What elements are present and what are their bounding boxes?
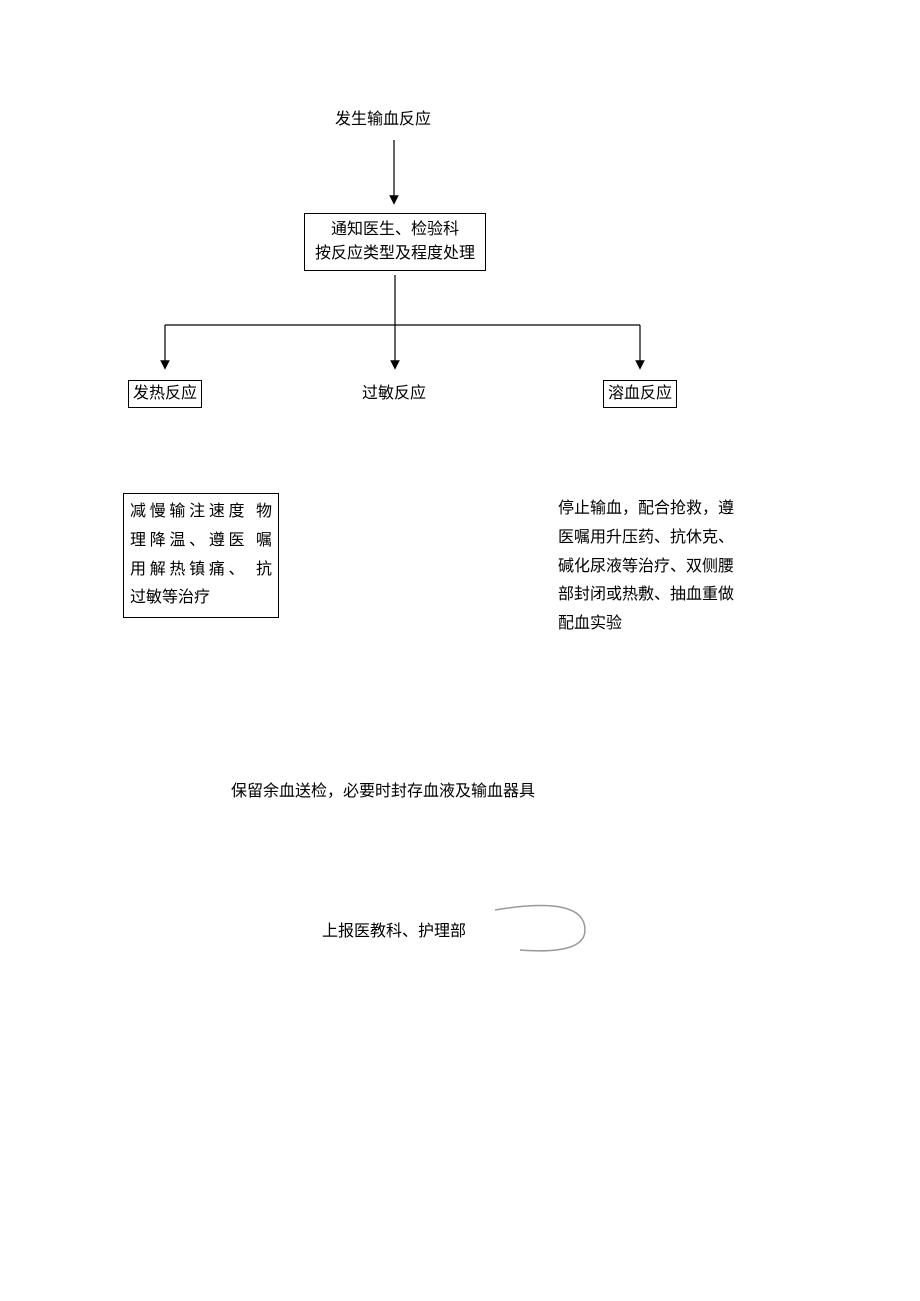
node-notify: 通知医生、检验科 按反应类型及程度处理	[304, 213, 486, 271]
arrow-start-to-notify	[389, 140, 399, 210]
node-report: 上报医教科、护理部	[322, 920, 466, 944]
node-allergy: 过敏反应	[362, 382, 426, 406]
node-fever-label: 发热反应	[133, 385, 197, 402]
node-hemolysis-treatment: 停止输血，配合抢救，遵 医嘱用升压药、抗休克、 碱化尿液等治疗、双侧腰 部封闭或…	[558, 495, 768, 639]
node-hemolysis-label: 溶血反应	[608, 385, 672, 402]
hemo-treat-line1: 停止输血，配合抢救，遵	[558, 495, 768, 524]
node-start-label: 发生输血反应	[335, 111, 431, 128]
hemo-treat-line2: 医嘱用升压药、抗休克、	[558, 524, 768, 553]
hemo-treat-line5: 配血实验	[558, 610, 768, 639]
fever-treat-line1: 减慢输注速度 物	[130, 498, 272, 527]
node-hemolysis: 溶血反应	[603, 380, 677, 408]
node-fever-treatment: 减慢输注速度 物 理降温、遵医 嘱 用解热镇痛、 抗 过敏等治疗	[123, 493, 279, 618]
node-report-label: 上报医教科、护理部	[322, 923, 466, 940]
hemo-treat-line4: 部封闭或热敷、抽血重做	[558, 581, 768, 610]
node-preserve-label: 保留余血送检，必要时封存血液及输血器具	[231, 783, 535, 800]
fever-treat-line3: 用解热镇痛、 抗	[130, 556, 272, 585]
node-start: 发生输血反应	[335, 108, 431, 132]
hemo-treat-line3: 碱化尿液等治疗、双侧腰	[558, 553, 768, 582]
decorative-curve	[490, 895, 610, 965]
branch-connector	[150, 275, 670, 375]
node-allergy-label: 过敏反应	[362, 385, 426, 402]
node-preserve: 保留余血送检，必要时封存血液及输血器具	[231, 780, 535, 804]
fever-treat-line4: 过敏等治疗	[130, 584, 272, 613]
node-fever: 发热反应	[128, 380, 202, 408]
node-notify-line2: 按反应类型及程度处理	[313, 242, 477, 266]
fever-treat-line2: 理降温、遵医 嘱	[130, 527, 272, 556]
node-notify-line1: 通知医生、检验科	[313, 218, 477, 242]
